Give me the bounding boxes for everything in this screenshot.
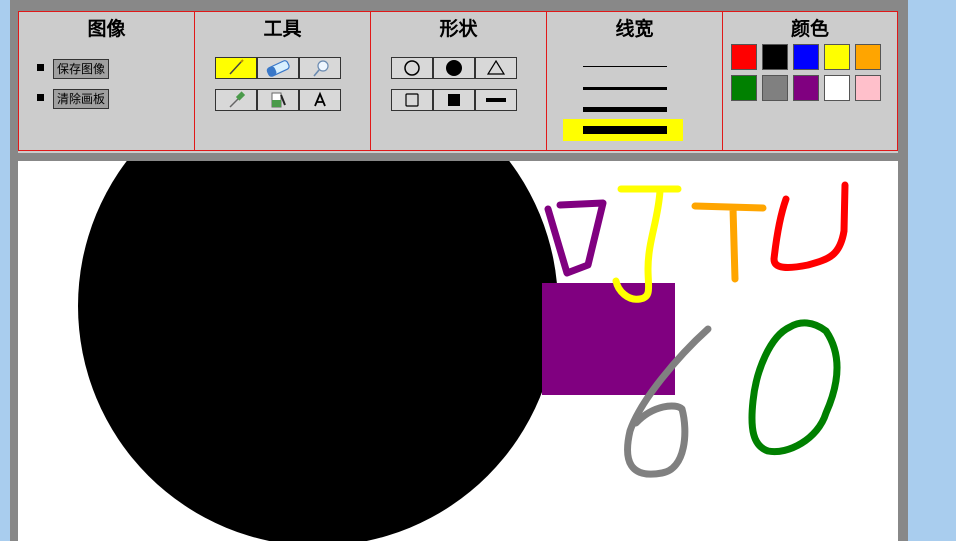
bullet-icon bbox=[37, 94, 44, 101]
magnifier-icon bbox=[313, 60, 329, 77]
circle-outline-shape-button[interactable] bbox=[391, 57, 433, 79]
text-icon bbox=[314, 91, 326, 107]
color-swatch[interactable] bbox=[731, 44, 757, 70]
fill-tool-button[interactable] bbox=[257, 89, 299, 111]
color-swatch[interactable] bbox=[824, 44, 850, 70]
bullet-icon bbox=[37, 64, 44, 71]
clear-canvas-button[interactable]: 清除画板 bbox=[53, 89, 110, 109]
eyedropper-tool-button[interactable] bbox=[215, 89, 257, 111]
color-swatch[interactable] bbox=[762, 44, 788, 70]
color-panel-title: 颜色 bbox=[790, 18, 829, 40]
square-filled-icon bbox=[448, 94, 460, 106]
medium-line-icon bbox=[583, 87, 667, 90]
line-width-panel-title: 线宽 bbox=[615, 18, 654, 40]
drawn-filled-circle bbox=[78, 161, 558, 541]
image-panel: 图像 保存图像 清除画板 bbox=[18, 11, 195, 151]
color-swatch[interactable] bbox=[824, 75, 850, 101]
square-outline-shape-button[interactable] bbox=[391, 89, 433, 111]
shapes-panel: 形状 bbox=[370, 11, 547, 151]
paint-bucket-icon bbox=[271, 92, 286, 108]
circle-filled-shape-button[interactable] bbox=[433, 57, 475, 79]
stroke-letter-d bbox=[544, 199, 607, 277]
color-swatch[interactable] bbox=[731, 75, 757, 101]
eraser-icon bbox=[266, 60, 290, 77]
image-panel-title: 图像 bbox=[87, 18, 126, 40]
text-tool-button[interactable] bbox=[299, 89, 341, 111]
tools-panel: 工具 bbox=[194, 11, 371, 151]
color-swatch[interactable] bbox=[762, 75, 788, 101]
line-width-2-option[interactable] bbox=[563, 77, 683, 99]
tools-panel-title: 工具 bbox=[263, 18, 302, 40]
thin-line-icon bbox=[583, 66, 667, 67]
thick-line-icon bbox=[583, 107, 667, 112]
stroke-letter-u bbox=[770, 181, 849, 271]
triangle-shape-button[interactable] bbox=[475, 57, 517, 79]
line-width-3-option[interactable] bbox=[563, 98, 683, 120]
drawing-canvas[interactable] bbox=[18, 161, 898, 541]
color-swatch[interactable] bbox=[793, 44, 819, 70]
line-shape-button[interactable] bbox=[475, 89, 517, 111]
triangle-icon bbox=[486, 59, 506, 75]
toolbar: 图像 保存图像 清除画板 工具 形状 线宽 颜色 bbox=[18, 11, 898, 153]
color-swatch[interactable] bbox=[793, 75, 819, 101]
line-icon bbox=[486, 98, 506, 102]
line-width-1-option[interactable] bbox=[563, 56, 683, 78]
pencil-tool-button[interactable] bbox=[215, 57, 257, 79]
square-outline-icon bbox=[405, 93, 419, 107]
paint-app: 图像 保存图像 清除画板 工具 形状 线宽 颜色 bbox=[10, 0, 908, 541]
pencil-icon bbox=[229, 59, 244, 75]
color-swatch[interactable] bbox=[855, 75, 881, 101]
eyedropper-icon bbox=[229, 91, 246, 108]
extra-thick-line-icon bbox=[583, 126, 667, 134]
shapes-panel-title: 形状 bbox=[439, 18, 478, 40]
stroke-letter-j bbox=[612, 185, 682, 303]
eraser-tool-button[interactable] bbox=[257, 57, 299, 79]
stroke-letter-t bbox=[691, 202, 767, 283]
line-width-4-option[interactable] bbox=[563, 119, 683, 141]
drawn-filled-rectangle bbox=[542, 283, 675, 395]
save-image-button[interactable]: 保存图像 bbox=[53, 59, 110, 79]
stroke-digit-0 bbox=[748, 319, 841, 456]
color-panel: 颜色 bbox=[722, 11, 898, 151]
circle-filled-icon bbox=[446, 60, 462, 76]
color-swatch[interactable] bbox=[855, 44, 881, 70]
square-filled-shape-button[interactable] bbox=[433, 89, 475, 111]
line-width-panel: 线宽 bbox=[546, 11, 723, 151]
canvas-drawing bbox=[78, 161, 849, 541]
circle-outline-icon bbox=[404, 60, 420, 76]
zoom-tool-button[interactable] bbox=[299, 57, 341, 79]
